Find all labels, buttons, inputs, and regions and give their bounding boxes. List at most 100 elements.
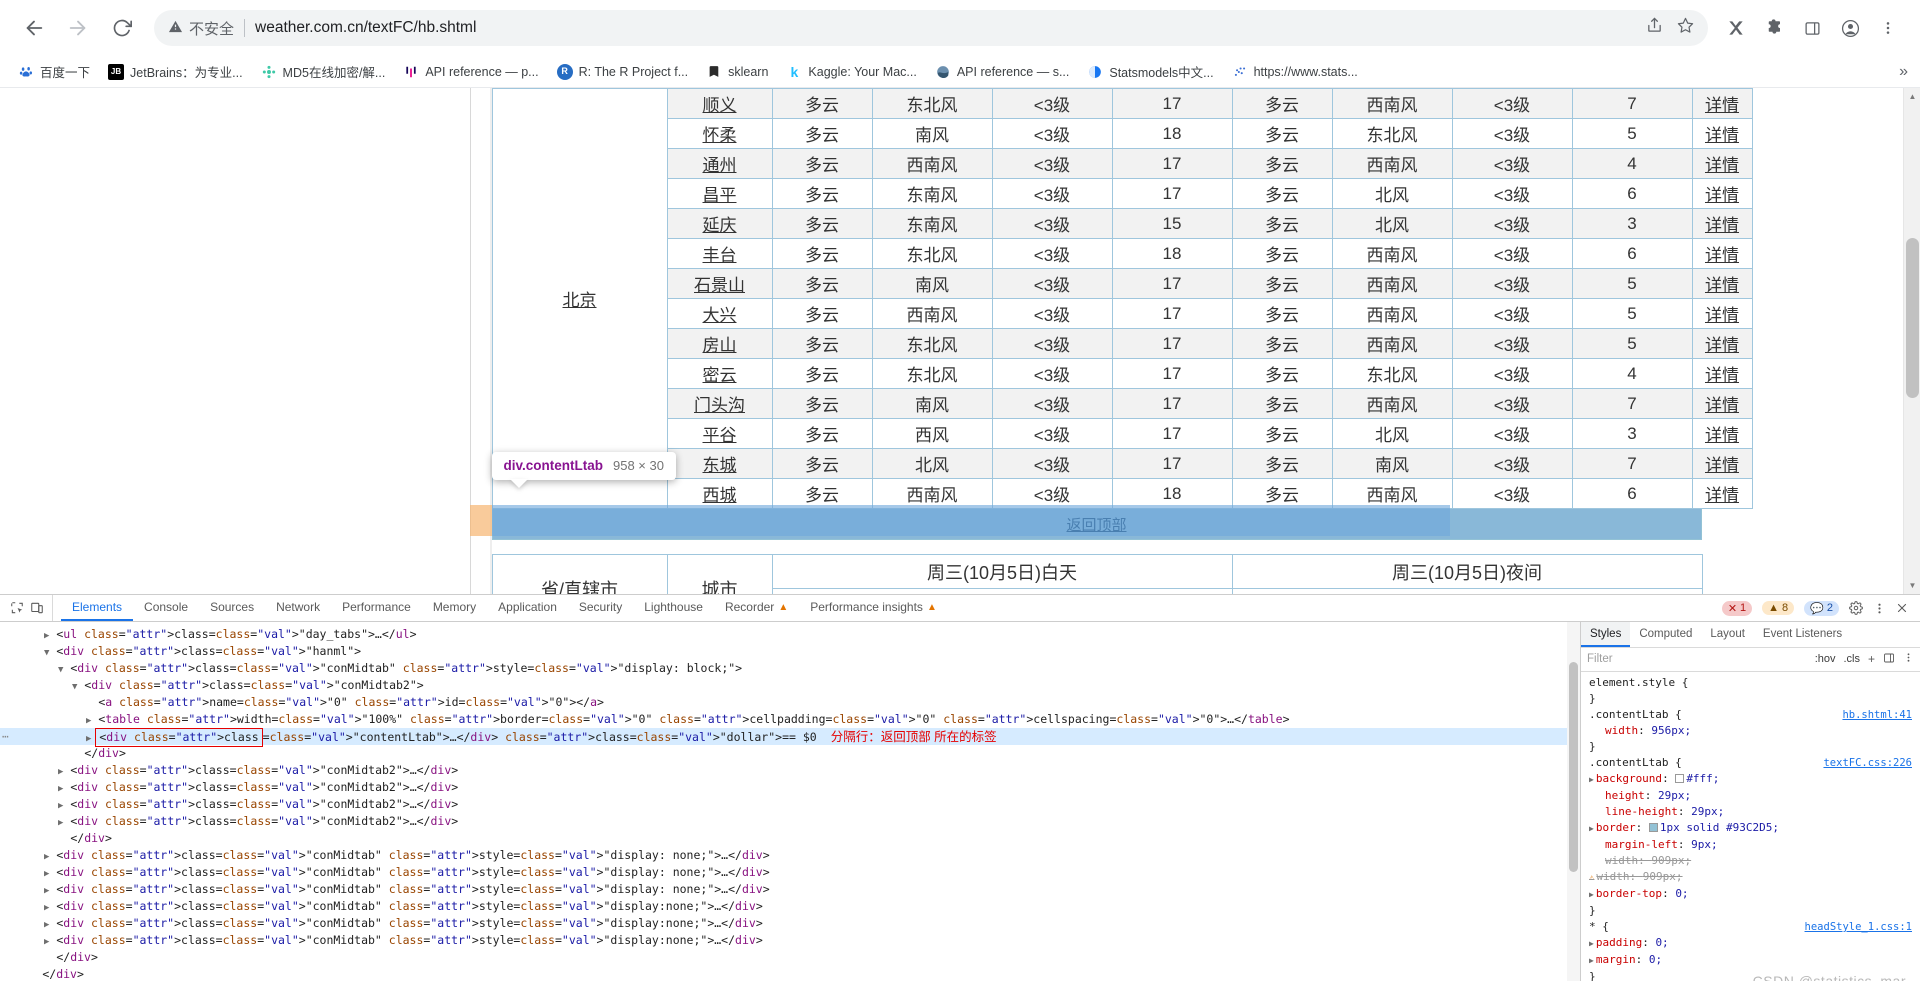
dom-node-expander-icon[interactable]: ▶ bbox=[58, 801, 63, 811]
city-link[interactable]: 通州 bbox=[703, 156, 737, 175]
security-indicator[interactable]: 不安全 bbox=[168, 18, 234, 39]
scroll-down-arrow-icon[interactable]: ▼ bbox=[1904, 577, 1920, 594]
gear-icon[interactable] bbox=[1849, 601, 1863, 616]
dom-node-expander-icon[interactable] bbox=[72, 750, 77, 760]
forward-button[interactable] bbox=[58, 8, 98, 48]
dom-node-selected[interactable]: ⋯ ▶ <div class="attr">class =class="val">"… bbox=[0, 728, 1580, 748]
bookmark-item[interactable]: R R: The R Project f... bbox=[549, 60, 697, 84]
style-declaration[interactable]: ▶ margin: 0; bbox=[1589, 952, 1914, 969]
tab-recorder[interactable]: Recorder ▲ bbox=[714, 595, 799, 621]
city-link[interactable]: 顺义 bbox=[703, 96, 737, 115]
bookmark-item[interactable]: MD5在线加密/解... bbox=[253, 58, 394, 85]
style-declaration[interactable]: height: 29px; bbox=[1589, 788, 1914, 804]
style-declaration[interactable]: ▶ background: #fff; bbox=[1589, 771, 1914, 788]
detail-link[interactable]: 详情 bbox=[1705, 156, 1739, 175]
dom-node[interactable]: ▼ <div class="attr">class=class="val">"c… bbox=[0, 660, 1580, 677]
dom-node-expander-icon[interactable]: ▼ bbox=[58, 665, 63, 675]
detail-link[interactable]: 详情 bbox=[1705, 426, 1739, 445]
tab-security[interactable]: Security bbox=[568, 595, 633, 621]
dom-node[interactable]: ▶ <table class="attr">width=class="val">… bbox=[0, 711, 1580, 728]
style-value[interactable]: 29px; bbox=[1691, 805, 1724, 818]
back-button[interactable] bbox=[14, 8, 54, 48]
chevron-right-icon[interactable]: ▶ bbox=[1589, 956, 1594, 965]
x-logo-icon[interactable] bbox=[1718, 10, 1754, 46]
style-source-link[interactable]: hb.shtml:41 bbox=[1842, 707, 1912, 723]
bookmarks-overflow-button[interactable]: » bbox=[1893, 62, 1914, 82]
color-swatch[interactable] bbox=[1675, 774, 1685, 784]
tab-application[interactable]: Application bbox=[487, 595, 568, 621]
class-toggle-button[interactable]: .cls bbox=[1843, 653, 1860, 665]
reload-button[interactable] bbox=[102, 8, 142, 48]
tab-memory[interactable]: Memory bbox=[422, 595, 487, 621]
style-value[interactable]: 0; bbox=[1649, 953, 1662, 966]
city-link[interactable]: 大兴 bbox=[703, 306, 737, 325]
dom-node-expander-icon[interactable] bbox=[44, 954, 49, 964]
tab-performance-insights[interactable]: Performance insights ▲ bbox=[799, 595, 948, 621]
dom-node[interactable]: </div> bbox=[0, 745, 1580, 762]
tab-lighthouse[interactable]: Lighthouse bbox=[633, 595, 714, 621]
tab-styles[interactable]: Styles bbox=[1581, 622, 1631, 647]
new-style-rule-button[interactable]: + bbox=[1868, 652, 1875, 666]
style-value[interactable]: 1px solid #93C2D5; bbox=[1660, 821, 1779, 834]
city-link[interactable]: 石景山 bbox=[694, 276, 745, 295]
style-rule[interactable]: textFC.css:226 .contentLtab {▶ background:… bbox=[1581, 755, 1920, 919]
close-icon[interactable] bbox=[1896, 602, 1908, 614]
dom-node-expander-icon[interactable]: ▶ bbox=[86, 734, 91, 744]
dom-node-expander-icon[interactable]: ▶ bbox=[44, 852, 49, 862]
kebab-icon[interactable] bbox=[1873, 602, 1886, 615]
style-rule[interactable]: hb.shtml:41 .contentLtab {width: 956px;} bbox=[1581, 707, 1920, 755]
style-property[interactable]: line-height bbox=[1589, 805, 1678, 818]
tab-computed[interactable]: Computed bbox=[1630, 622, 1701, 646]
style-property[interactable]: border bbox=[1596, 821, 1636, 834]
bookmark-item[interactable]: sklearn bbox=[698, 60, 776, 84]
city-link[interactable]: 东城 bbox=[703, 456, 737, 475]
url-text[interactable]: weather.com.cn/textFC/hb.shtml bbox=[255, 19, 476, 37]
style-value[interactable]: 956px; bbox=[1651, 724, 1691, 737]
tab-event-listeners[interactable]: Event Listeners bbox=[1754, 622, 1851, 646]
hover-state-button[interactable]: :hov bbox=[1815, 653, 1836, 665]
style-declaration[interactable]: margin-left: 9px; bbox=[1589, 837, 1914, 853]
style-declaration[interactable]: ▶ border-top: 0; bbox=[1589, 886, 1914, 903]
dom-scrollbar[interactable] bbox=[1567, 622, 1580, 981]
dom-node-expander-icon[interactable]: ▶ bbox=[44, 886, 49, 896]
tab-performance[interactable]: Performance bbox=[331, 595, 422, 621]
dom-node[interactable]: ▶ <div class="attr">class=class="val">"c… bbox=[0, 847, 1580, 864]
dom-node[interactable]: ▶ <div class="attr">class=class="val">"c… bbox=[0, 881, 1580, 898]
dom-node[interactable]: </div> bbox=[0, 949, 1580, 966]
style-property[interactable]: width bbox=[1589, 724, 1638, 737]
tab-network[interactable]: Network bbox=[265, 595, 331, 621]
color-swatch[interactable] bbox=[1648, 823, 1658, 833]
style-property[interactable]: border-top bbox=[1596, 887, 1662, 900]
detail-link[interactable]: 详情 bbox=[1705, 336, 1739, 355]
dom-node[interactable]: <a class="attr">name=class="val">"0" cla… bbox=[0, 694, 1580, 711]
style-declaration[interactable]: ▶ border: 1px solid #93C2D5; bbox=[1589, 820, 1914, 837]
city-link[interactable]: 西城 bbox=[703, 486, 737, 505]
detail-link[interactable]: 详情 bbox=[1705, 366, 1739, 385]
style-value[interactable]: #fff; bbox=[1686, 772, 1719, 785]
dom-node[interactable]: ▶ <div class="attr">class=class="val">"c… bbox=[0, 813, 1580, 830]
bookmark-item[interactable]: k Kaggle: Your Mac... bbox=[778, 60, 924, 84]
dom-node[interactable]: </div> bbox=[0, 966, 1580, 981]
style-property[interactable]: padding bbox=[1596, 936, 1642, 949]
style-value[interactable]: 0; bbox=[1655, 936, 1668, 949]
tab-layout[interactable]: Layout bbox=[1701, 622, 1754, 646]
star-icon[interactable] bbox=[1677, 17, 1694, 39]
chevron-right-icon[interactable]: ▶ bbox=[1589, 824, 1594, 833]
styles-rules-list[interactable]: element.style {} hb.shtml:41 .contentLtab … bbox=[1581, 672, 1920, 981]
style-value[interactable]: 0; bbox=[1675, 887, 1688, 900]
dom-node-expander-icon[interactable]: ▶ bbox=[86, 716, 91, 726]
style-declaration[interactable]: ⚠ width: 909px; bbox=[1589, 869, 1914, 886]
page-scrollbar[interactable]: ▲ ▼ bbox=[1903, 88, 1920, 594]
dom-node[interactable]: ▶ <ul class="attr">class=class="val">"da… bbox=[0, 626, 1580, 643]
browser-menu-icon[interactable] bbox=[1870, 10, 1906, 46]
detail-link[interactable]: 详情 bbox=[1705, 246, 1739, 265]
chevron-right-icon[interactable]: ▶ bbox=[1589, 775, 1594, 784]
style-declaration[interactable]: width: 909px; bbox=[1589, 853, 1914, 869]
city-link[interactable]: 丰台 bbox=[703, 246, 737, 265]
style-rule[interactable]: element.style {} bbox=[1581, 675, 1920, 707]
style-source-link[interactable]: textFC.css:226 bbox=[1823, 755, 1912, 771]
province-link[interactable]: 北京 bbox=[563, 291, 597, 310]
dom-node[interactable]: ▶ <div class="attr">class=class="val">"c… bbox=[0, 796, 1580, 813]
style-declaration[interactable]: line-height: 29px; bbox=[1589, 804, 1914, 820]
city-link[interactable]: 房山 bbox=[703, 336, 737, 355]
